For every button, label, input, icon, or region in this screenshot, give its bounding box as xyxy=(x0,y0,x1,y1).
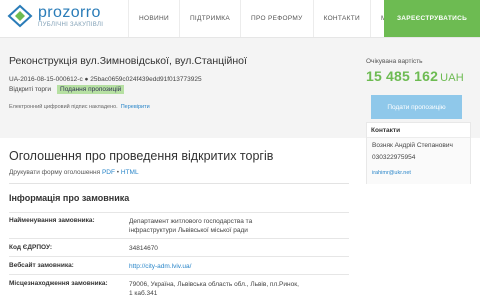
announcement-title: Оголошення про проведення відкритих торг… xyxy=(9,149,274,163)
contact-name: Возняк Андрій Степанович xyxy=(372,142,453,149)
contacts-title: Контакти xyxy=(371,127,401,134)
print-form-label: Друкувати форму оголошення xyxy=(9,169,101,176)
location-label: Місцезнаходження замовника: xyxy=(9,280,108,287)
customer-info-table: Найменування замовника: Департамент житл… xyxy=(9,212,349,297)
edrpou-value: 34814670 xyxy=(129,245,158,252)
contact-email-link[interactable]: irahimr@ukr.net xyxy=(372,170,411,176)
contact-phone: 030322975954 xyxy=(372,154,416,161)
contacts-body: Возняк Андрій Степанович 030322975954 ir… xyxy=(367,137,470,184)
nav-item-support[interactable]: ПІДТРИМКА xyxy=(178,0,240,37)
table-row: Вебсайт замовника: http://city-adm.lviv.… xyxy=(9,256,349,274)
contacts-box: Контакти Возняк Андрій Степанович 030322… xyxy=(366,122,471,184)
verify-signature-link[interactable]: Перевірити xyxy=(121,104,150,110)
logo-text: prozorro xyxy=(38,4,101,21)
nav-item-contacts[interactable]: КОНТАКТИ xyxy=(312,0,370,37)
section-divider xyxy=(9,183,349,184)
nav-item-news[interactable]: НОВИНИ xyxy=(128,0,179,37)
location-value: 79006, Україна, Львівська область обл., … xyxy=(129,281,299,297)
print-pdf-link[interactable]: PDF xyxy=(102,169,115,176)
table-row: Найменування замовника: Департамент житл… xyxy=(9,212,349,238)
tender-status-row: Відкриті торги Подання пропозицій xyxy=(9,85,125,94)
edrpou-label: Код ЄДРПОУ: xyxy=(9,244,52,251)
price-currency: UAH xyxy=(440,72,464,84)
prozorro-logo-icon xyxy=(7,4,33,28)
site-header: prozorro ПУБЛІЧНІ ЗАКУПІВЛІ НОВИНИ ПІДТР… xyxy=(0,0,480,38)
signature-row: Електронний цифровий підпис накладено. Пе… xyxy=(9,104,150,110)
website-label: Вебсайт замовника: xyxy=(9,262,74,269)
customer-name-value: Департамент житлового господарства та ін… xyxy=(129,218,253,234)
print-form-row: Друкувати форму оголошення PDF • HTML xyxy=(9,169,139,176)
expected-price: 15 485 162 UAH xyxy=(366,68,464,84)
table-row: Код ЄДРПОУ: 34814670 xyxy=(9,238,349,256)
table-row: Місцезнаходження замовника: 79006, Украї… xyxy=(9,274,349,297)
print-html-link[interactable]: HTML xyxy=(121,169,139,176)
customer-name-label: Найменування замовника: xyxy=(9,217,95,224)
submit-bid-button[interactable]: Подати пропозицію xyxy=(371,95,462,119)
status-badge: Подання пропозицій xyxy=(57,85,125,94)
customer-section-title: Інформація про замовника xyxy=(9,193,130,203)
signature-text: Електронний цифровий підпис накладено. xyxy=(9,104,118,110)
expected-price-label: Очікувана вартість xyxy=(366,58,423,65)
nav-item-about-reform[interactable]: ПРО РЕФОРМУ xyxy=(240,0,313,37)
tender-title: Реконструкція вул.Зимновідської, вул.Ста… xyxy=(9,55,247,67)
logo-subtitle: ПУБЛІЧНІ ЗАКУПІВЛІ xyxy=(38,22,104,28)
tender-id: UA-2016-08-15-000612-c ● 25bac0659c024f4… xyxy=(9,76,202,83)
website-link[interactable]: http://city-adm.lviv.ua/ xyxy=(129,262,191,271)
tender-info: Реконструкція вул.Зимновідської, вул.Ста… xyxy=(9,55,349,67)
procedure-type: Відкриті торги xyxy=(9,86,52,93)
prozorro-logo[interactable]: prozorro ПУБЛІЧНІ ЗАКУПІВЛІ xyxy=(7,4,107,32)
price-amount: 15 485 162 xyxy=(366,68,439,84)
register-button[interactable]: ЗАРЕЄСТРУВАТИСЬ xyxy=(384,0,480,37)
print-separator: • xyxy=(116,169,120,176)
